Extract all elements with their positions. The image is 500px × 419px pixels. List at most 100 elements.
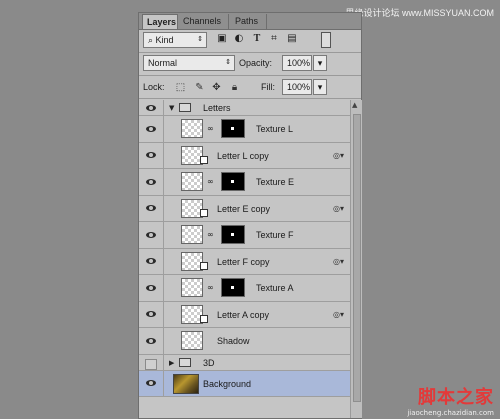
layer-mask-thumbnail[interactable] bbox=[221, 278, 245, 297]
layers-list: ▼ Letters ∞ Texture L Letter L copy ◎▾ ∞… bbox=[139, 100, 350, 397]
layer-mask-thumbnail[interactable] bbox=[221, 119, 245, 138]
layer-row-texture-a[interactable]: ∞ Texture A bbox=[139, 275, 350, 302]
layer-name: Letter A copy bbox=[217, 309, 270, 320]
visibility-toggle[interactable] bbox=[139, 328, 164, 354]
eye-icon bbox=[146, 258, 156, 265]
visibility-toggle[interactable] bbox=[139, 354, 164, 370]
smart-filter-icon[interactable]: ◎▾ bbox=[333, 151, 344, 160]
chevron-down-icon[interactable]: ▼ bbox=[169, 104, 174, 112]
link-icon[interactable]: ∞ bbox=[207, 230, 214, 239]
opacity-input[interactable]: 100% bbox=[282, 55, 312, 71]
filter-type-icon[interactable]: T bbox=[252, 34, 262, 44]
link-icon[interactable]: ∞ bbox=[207, 283, 214, 292]
smart-object-icon bbox=[200, 314, 208, 323]
filter-adjustment-icon[interactable]: ◐ bbox=[234, 34, 244, 44]
fill-label: Fill: bbox=[261, 82, 275, 92]
eye-icon bbox=[146, 284, 156, 291]
layers-scrollbar[interactable]: ▲ bbox=[350, 100, 362, 418]
visibility-toggle[interactable] bbox=[139, 142, 164, 168]
visibility-toggle[interactable] bbox=[139, 301, 164, 327]
layer-row-letter-e-copy[interactable]: Letter E copy ◎▾ bbox=[139, 195, 350, 222]
eye-icon bbox=[146, 104, 156, 111]
chevron-right-icon[interactable]: ▶ bbox=[169, 359, 174, 367]
layer-thumbnail bbox=[173, 373, 199, 394]
divider bbox=[139, 75, 361, 76]
divider bbox=[139, 98, 361, 99]
layer-thumbnail bbox=[181, 304, 208, 324]
scrollbar-thumb[interactable] bbox=[353, 114, 361, 402]
visibility-toggle[interactable] bbox=[139, 116, 164, 142]
layer-row-letter-l-copy[interactable]: Letter L copy ◎▾ bbox=[139, 142, 350, 169]
visibility-toggle[interactable] bbox=[139, 370, 164, 396]
smart-filter-icon[interactable]: ◎▾ bbox=[333, 204, 344, 213]
eye-icon bbox=[146, 311, 156, 318]
layer-row-texture-e[interactable]: ∞ Texture E bbox=[139, 169, 350, 196]
layers-panel: Layers Channels Paths ⌕ Kind ⇕ ▣ ◐ T ⌗ ▤… bbox=[138, 12, 362, 419]
eye-icon bbox=[146, 337, 156, 344]
lock-move-icon[interactable]: ✥ bbox=[211, 82, 222, 93]
layer-name: Texture E bbox=[256, 177, 295, 187]
lock-transparent-icon[interactable]: ⬚ bbox=[175, 82, 186, 93]
folder-icon bbox=[179, 357, 191, 367]
chevron-down-icon: ▾ bbox=[317, 58, 323, 68]
smart-filter-icon[interactable]: ◎▾ bbox=[333, 310, 344, 319]
smart-object-icon bbox=[200, 155, 208, 164]
lock-label: Lock: bbox=[143, 82, 165, 92]
search-icon: ⌕ bbox=[148, 35, 156, 45]
layer-thumbnail bbox=[181, 278, 203, 297]
filter-smart-object-icon[interactable]: ▤ bbox=[287, 34, 297, 44]
link-icon[interactable]: ∞ bbox=[207, 124, 214, 133]
smart-filter-icon[interactable]: ◎▾ bbox=[333, 257, 344, 266]
chevron-down-icon: ▾ bbox=[317, 82, 323, 92]
watermark-bottom: 脚本之家 jiaocheng.chazidian.com bbox=[407, 383, 494, 417]
smart-object-icon bbox=[200, 261, 208, 270]
filter-pixel-icon[interactable]: ▣ bbox=[217, 34, 227, 44]
visibility-toggle[interactable] bbox=[139, 248, 164, 274]
layer-row-texture-f[interactable]: ∞ Texture F bbox=[139, 222, 350, 249]
eye-icon bbox=[146, 380, 156, 387]
layer-row-background[interactable]: Background bbox=[139, 370, 350, 397]
layer-name: Letter L copy bbox=[217, 150, 269, 161]
watermark-url: jiaocheng.chazidian.com bbox=[407, 409, 494, 417]
layer-thumbnail bbox=[181, 172, 203, 191]
chevron-updown-icon: ⇕ bbox=[197, 36, 203, 43]
visibility-toggle[interactable] bbox=[139, 169, 164, 195]
layer-name: Letters bbox=[203, 103, 231, 113]
layer-row-texture-l[interactable]: ∞ Texture L bbox=[139, 116, 350, 143]
layer-row-shadow[interactable]: Shadow bbox=[139, 328, 350, 355]
lock-brush-icon[interactable]: ✎ bbox=[194, 82, 205, 93]
tab-channels[interactable]: Channels bbox=[179, 14, 229, 29]
layer-mask-thumbnail[interactable] bbox=[221, 172, 245, 191]
layer-name: Letter E copy bbox=[217, 203, 271, 214]
filter-toggle-switch[interactable] bbox=[321, 32, 331, 48]
layer-row-letter-f-copy[interactable]: Letter F copy ◎▾ bbox=[139, 248, 350, 275]
layer-name: Texture A bbox=[256, 283, 294, 293]
filter-kind-select[interactable]: ⌕ Kind ⇕ bbox=[143, 32, 207, 48]
layer-thumbnail bbox=[181, 145, 208, 165]
opacity-label: Opacity: bbox=[239, 58, 273, 68]
opacity-dropdown-button[interactable]: ▾ bbox=[313, 55, 327, 71]
fill-dropdown-button[interactable]: ▾ bbox=[313, 79, 327, 95]
lock-all-icon[interactable]: 🔒︎ bbox=[229, 82, 240, 93]
layer-name: Letter F copy bbox=[217, 256, 270, 267]
scroll-up-icon[interactable]: ▲ bbox=[352, 101, 357, 109]
layer-row-3d[interactable]: ▶ 3D bbox=[139, 354, 350, 371]
eye-icon bbox=[146, 205, 156, 212]
visibility-toggle[interactable] bbox=[139, 100, 164, 115]
chevron-updown-icon: ⇕ bbox=[225, 59, 231, 66]
layer-row-letters[interactable]: ▼ Letters bbox=[139, 100, 350, 116]
divider bbox=[139, 52, 361, 53]
tab-paths[interactable]: Paths bbox=[231, 14, 267, 29]
layer-name: Background bbox=[203, 378, 252, 389]
folder-icon bbox=[179, 103, 191, 112]
visibility-toggle[interactable] bbox=[139, 275, 164, 301]
visibility-toggle[interactable] bbox=[139, 222, 164, 248]
layer-mask-thumbnail[interactable] bbox=[221, 225, 245, 244]
filter-shape-icon[interactable]: ⌗ bbox=[269, 34, 279, 44]
tab-layers[interactable]: Layers bbox=[142, 14, 178, 29]
layer-row-letter-a-copy[interactable]: Letter A copy ◎▾ bbox=[139, 301, 350, 328]
visibility-toggle[interactable] bbox=[139, 195, 164, 221]
fill-input[interactable]: 100% bbox=[282, 79, 312, 95]
blend-mode-select[interactable]: Normal ⇕ bbox=[143, 55, 235, 71]
link-icon[interactable]: ∞ bbox=[207, 177, 214, 186]
